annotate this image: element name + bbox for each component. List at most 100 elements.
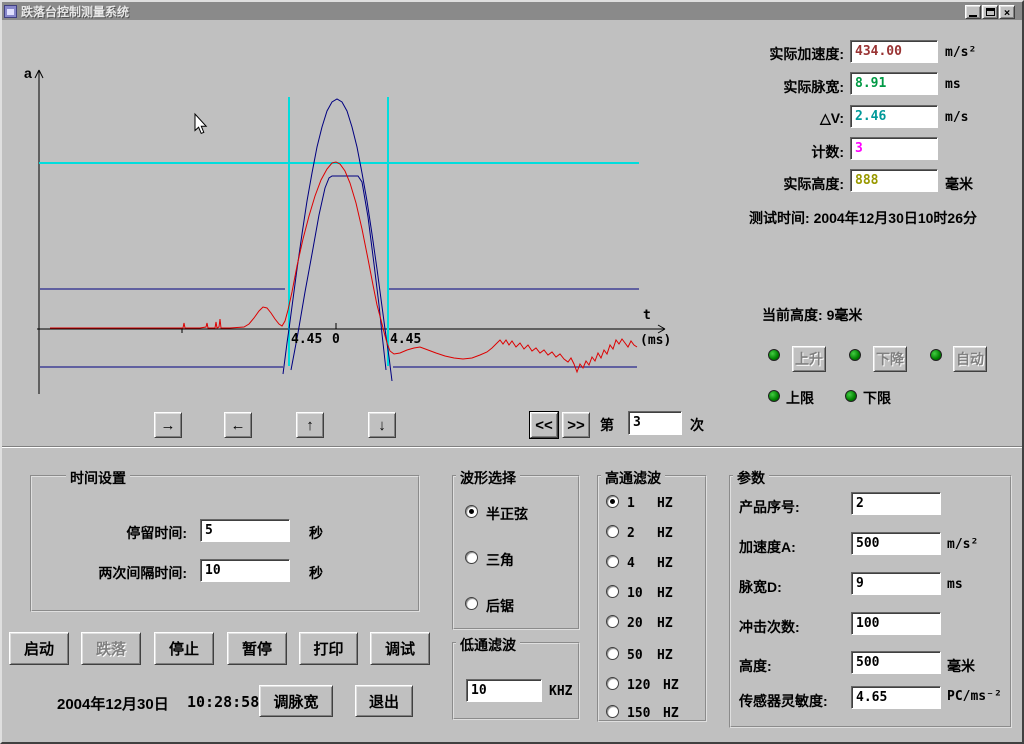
- move-left-button[interactable]: ←: [224, 412, 252, 438]
- radio-triangle-label: 三角: [486, 550, 514, 570]
- adjust-pulsewidth-button[interactable]: 调脉宽: [259, 685, 333, 717]
- radio-half-sine-label: 半正弦: [486, 504, 528, 524]
- y-axis-label: a: [24, 65, 32, 81]
- actual-height-field[interactable]: 888: [850, 169, 938, 192]
- restore-button[interactable]: [982, 5, 998, 19]
- radio-hp-50hz[interactable]: [606, 647, 619, 660]
- down-button[interactable]: 下降: [873, 346, 907, 372]
- count-field[interactable]: 3: [850, 137, 938, 160]
- hp-unit: HZ: [657, 586, 673, 601]
- actual-height-value: 888: [855, 173, 878, 188]
- close-button[interactable]: ×: [999, 5, 1015, 19]
- app-window: 跌落台控制测量系统 × a t (ms) 4.45 0 4.45 实际加速度: …: [0, 0, 1024, 744]
- acceleration-unit: m/s²: [947, 537, 978, 552]
- mouse-cursor: [195, 114, 206, 133]
- auto-indicator-led: [930, 349, 942, 361]
- radio-hp-1hz[interactable]: [606, 495, 619, 508]
- radio-hp-4hz[interactable]: [606, 555, 619, 568]
- actual-pulsewidth-field[interactable]: 8.91: [850, 72, 938, 95]
- current-time: 10:28:58: [187, 693, 259, 711]
- restore-icon: [986, 8, 995, 16]
- minimize-button[interactable]: [965, 5, 981, 19]
- dwell-time-input[interactable]: 5: [200, 519, 290, 542]
- radio-hp-2hz[interactable]: [606, 525, 619, 538]
- stop-button[interactable]: 停止: [154, 632, 214, 665]
- x-axis-arrowhead-t: [658, 325, 665, 329]
- start-button[interactable]: 启动: [9, 632, 69, 665]
- auto-button[interactable]: 自动: [953, 346, 987, 372]
- product-no-input[interactable]: 2: [851, 492, 941, 515]
- interval-time-input[interactable]: 10: [200, 559, 290, 582]
- tick-label-right: 4.45: [390, 332, 421, 347]
- sensor-sensitivity-input[interactable]: 4.65: [851, 686, 941, 709]
- debug-button[interactable]: 调试: [370, 632, 430, 665]
- hp-value: 10: [627, 586, 643, 601]
- radio-hp-20hz[interactable]: [606, 615, 619, 628]
- print-button[interactable]: 打印: [299, 632, 358, 665]
- hp-unit: HZ: [657, 556, 673, 571]
- up-button[interactable]: 上升: [792, 346, 826, 372]
- delta-v-field[interactable]: 2.46: [850, 105, 938, 128]
- waveform-chart: [2, 2, 722, 452]
- pause-button[interactable]: 暂停: [227, 632, 287, 665]
- waveform-select-title: 波形选择: [456, 468, 520, 488]
- move-up-button[interactable]: ↑: [296, 412, 324, 438]
- move-right-button[interactable]: →: [154, 412, 182, 438]
- radio-triangle[interactable]: [465, 551, 478, 564]
- radio-hp-120hz[interactable]: [606, 677, 619, 690]
- pulsewidth-input[interactable]: 9: [851, 572, 941, 595]
- radio-half-sine[interactable]: [465, 505, 478, 518]
- height-input[interactable]: 500: [851, 651, 941, 674]
- up-arrow-icon: ↑: [306, 417, 314, 434]
- hp-unit: HZ: [657, 526, 673, 541]
- counter-suffix: 次: [690, 415, 704, 435]
- upper-limit-label: 上限: [786, 388, 814, 408]
- radio-rear-saw[interactable]: [465, 597, 478, 610]
- current-height-row: 当前高度: 9毫米: [762, 305, 862, 325]
- interval-time-unit: 秒: [309, 563, 323, 583]
- count-value: 3: [855, 141, 863, 156]
- hp-value: 120: [627, 678, 650, 693]
- highpass-title: 高通滤波: [601, 468, 665, 488]
- lower-limit-label: 下限: [863, 388, 891, 408]
- hp-value: 4: [627, 556, 635, 571]
- hp-value: 50: [627, 648, 643, 663]
- y-axis-arrowhead-l: [35, 70, 39, 78]
- hp-unit: HZ: [657, 648, 673, 663]
- actual-acceleration-field[interactable]: 434.00: [850, 40, 938, 63]
- actual-pulsewidth-value: 8.91: [855, 76, 886, 91]
- minimize-icon: [969, 15, 977, 17]
- time-settings-title: 时间设置: [66, 468, 130, 488]
- move-down-button[interactable]: ↓: [368, 412, 396, 438]
- current-date: 2004年12月30日: [57, 693, 169, 714]
- x-axis-unit: (ms): [640, 333, 671, 348]
- waveform-select-group: 波形选择 半正弦 三角 后锯: [452, 475, 580, 630]
- prev-record-button[interactable]: <<: [530, 412, 558, 438]
- next-record-button[interactable]: >>: [562, 412, 590, 438]
- tick-label-left: 4.45: [291, 332, 322, 347]
- right-arrow-icon: →: [161, 417, 176, 434]
- upper-limit-led: [768, 390, 780, 402]
- down-arrow-icon: ↓: [378, 417, 386, 434]
- acceleration-input[interactable]: 500: [851, 532, 941, 555]
- x-axis-label: t: [643, 308, 651, 323]
- lowpass-unit: KHZ: [549, 684, 572, 699]
- drop-button[interactable]: 跌落: [81, 632, 141, 665]
- height-label: 高度:: [739, 656, 772, 676]
- y-axis-arrowhead-r: [39, 70, 43, 78]
- readout-unit: m/s²: [945, 45, 976, 60]
- hp-unit: HZ: [663, 706, 679, 721]
- test-time-label: 测试时间:: [749, 210, 810, 226]
- lowpass-input[interactable]: 10: [466, 679, 542, 702]
- pulsewidth-label: 脉宽D:: [739, 577, 782, 597]
- hp-unit: HZ: [663, 678, 679, 693]
- radio-hp-150hz[interactable]: [606, 705, 619, 718]
- shock-count-input[interactable]: 100: [851, 612, 941, 635]
- tick-label-zero: 0: [332, 332, 340, 347]
- acceleration-label: 加速度A:: [739, 537, 796, 557]
- exit-button[interactable]: 退出: [355, 685, 413, 717]
- lowpass-group: 低通滤波 10 KHZ: [452, 642, 580, 720]
- down-indicator-led: [849, 349, 861, 361]
- radio-hp-10hz[interactable]: [606, 585, 619, 598]
- record-number-input[interactable]: 3: [628, 411, 682, 435]
